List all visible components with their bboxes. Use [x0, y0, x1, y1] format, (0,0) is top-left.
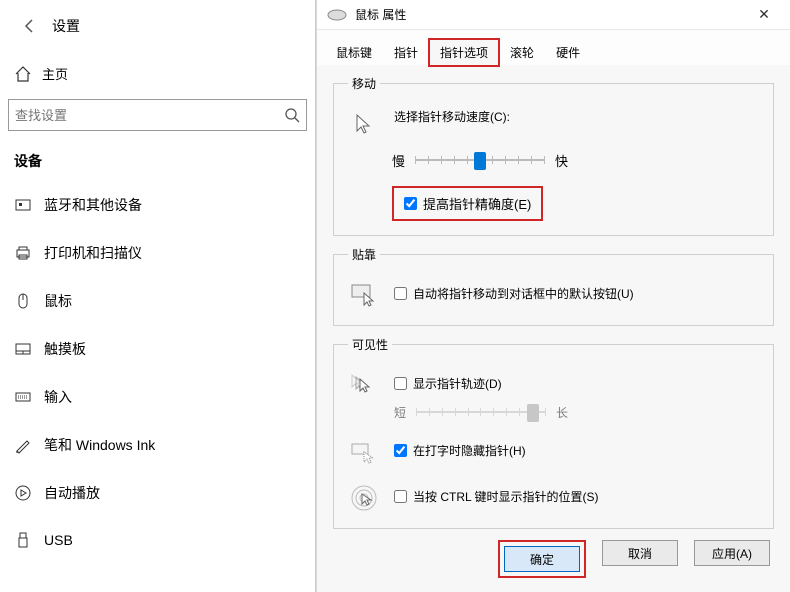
snap-icon: [348, 279, 380, 311]
nav-list: 蓝牙和其他设备 打印机和扫描仪 鼠标 触摸板 输入 笔和 Windows Ink: [0, 181, 315, 563]
mouse-properties-dialog: 鼠标 属性 ✕ 鼠标键 指针 指针选项 滚轮 硬件 移动 选择指针移动速度(C)…: [316, 0, 790, 592]
fast-label: 快: [555, 151, 568, 170]
trails-checkbox[interactable]: [394, 377, 407, 390]
settings-panel: 设置 主页 设备 蓝牙和其他设备 打印机和扫描仪: [0, 0, 316, 592]
slow-label: 慢: [392, 151, 405, 170]
ctrl-locate-icon: [348, 482, 380, 514]
tab-strip: 鼠标键 指针 指针选项 滚轮 硬件: [317, 30, 790, 65]
visibility-legend: 可见性: [348, 336, 392, 353]
speed-label: 选择指针移动速度(C):: [394, 108, 759, 125]
hide-typing-checkbox[interactable]: [394, 444, 407, 457]
motion-legend: 移动: [348, 75, 380, 92]
tab-pointers[interactable]: 指针: [383, 39, 429, 66]
dialog-mouse-icon: [327, 8, 347, 22]
nav-label: 鼠标: [44, 291, 72, 311]
visibility-group: 可见性 显示指针轨迹(D) 短: [333, 336, 774, 529]
mouse-icon: [14, 292, 32, 310]
search-box[interactable]: [8, 99, 307, 131]
apply-button[interactable]: 应用(A): [694, 540, 770, 566]
trails-slider[interactable]: [416, 402, 546, 422]
nav-bluetooth[interactable]: 蓝牙和其他设备: [0, 181, 315, 229]
snap-group: 贴靠 自动将指针移动到对话框中的默认按钮(U): [333, 246, 774, 326]
hide-typing-icon: [348, 436, 380, 468]
printer-icon: [14, 244, 32, 262]
nav-usb[interactable]: USB: [0, 517, 315, 563]
nav-mouse[interactable]: 鼠标: [0, 277, 315, 325]
section-label: 设备: [0, 133, 315, 181]
cursor-icon: [348, 108, 380, 140]
nav-label: 蓝牙和其他设备: [44, 195, 142, 215]
nav-autoplay[interactable]: 自动播放: [0, 469, 315, 517]
nav-label: 打印机和扫描仪: [44, 243, 142, 263]
ok-highlight: 确定: [498, 540, 586, 578]
nav-touchpad[interactable]: 触摸板: [0, 325, 315, 373]
back-button[interactable]: [14, 10, 46, 42]
precision-highlight: 提高指针精确度(E): [392, 186, 543, 221]
trails-icon: [348, 369, 380, 401]
snap-checkbox[interactable]: [394, 287, 407, 300]
long-label: 长: [556, 404, 568, 421]
tab-hardware[interactable]: 硬件: [545, 39, 591, 66]
dialog-title-bar: 鼠标 属性 ✕: [317, 0, 790, 30]
bluetooth-icon: [14, 196, 32, 214]
nav-typing[interactable]: 输入: [0, 373, 315, 421]
nav-label: 笔和 Windows Ink: [44, 435, 155, 455]
dialog-title: 鼠标 属性: [355, 6, 748, 23]
tab-wheel[interactable]: 滚轮: [499, 39, 545, 66]
home-nav[interactable]: 主页: [0, 54, 315, 93]
touchpad-icon: [14, 340, 32, 358]
cancel-button[interactable]: 取消: [602, 540, 678, 566]
precision-label: 提高指针精确度(E): [423, 194, 531, 213]
ctrl-label: 当按 CTRL 键时显示指针的位置(S): [413, 488, 599, 505]
snap-label: 自动将指针移动到对话框中的默认按钮(U): [413, 285, 634, 302]
search-input[interactable]: [15, 108, 284, 123]
tab-buttons[interactable]: 鼠标键: [325, 39, 383, 66]
trails-label: 显示指针轨迹(D): [413, 375, 502, 392]
keyboard-icon: [14, 388, 32, 406]
home-icon: [14, 65, 32, 83]
ok-button[interactable]: 确定: [504, 546, 580, 572]
close-button[interactable]: ✕: [748, 6, 780, 23]
home-label: 主页: [42, 64, 68, 83]
nav-label: 自动播放: [44, 483, 100, 503]
motion-group: 移动 选择指针移动速度(C): 慢 快: [333, 75, 774, 236]
tab-pointer-options[interactable]: 指针选项: [429, 39, 499, 66]
short-label: 短: [394, 404, 406, 421]
nav-label: 输入: [44, 387, 72, 407]
autoplay-icon: [14, 484, 32, 502]
dialog-buttons: 确定 取消 应用(A): [317, 532, 790, 592]
ctrl-checkbox[interactable]: [394, 490, 407, 503]
usb-icon: [14, 531, 32, 549]
hide-typing-label: 在打字时隐藏指针(H): [413, 442, 526, 459]
search-icon: [284, 107, 300, 123]
speed-slider[interactable]: [415, 150, 545, 170]
settings-title: 设置: [52, 16, 80, 36]
nav-pen[interactable]: 笔和 Windows Ink: [0, 421, 315, 469]
nav-label: USB: [44, 532, 73, 548]
nav-label: 触摸板: [44, 339, 86, 359]
nav-printers[interactable]: 打印机和扫描仪: [0, 229, 315, 277]
precision-checkbox[interactable]: [404, 197, 417, 210]
pen-icon: [14, 436, 32, 454]
snap-legend: 贴靠: [348, 246, 380, 263]
